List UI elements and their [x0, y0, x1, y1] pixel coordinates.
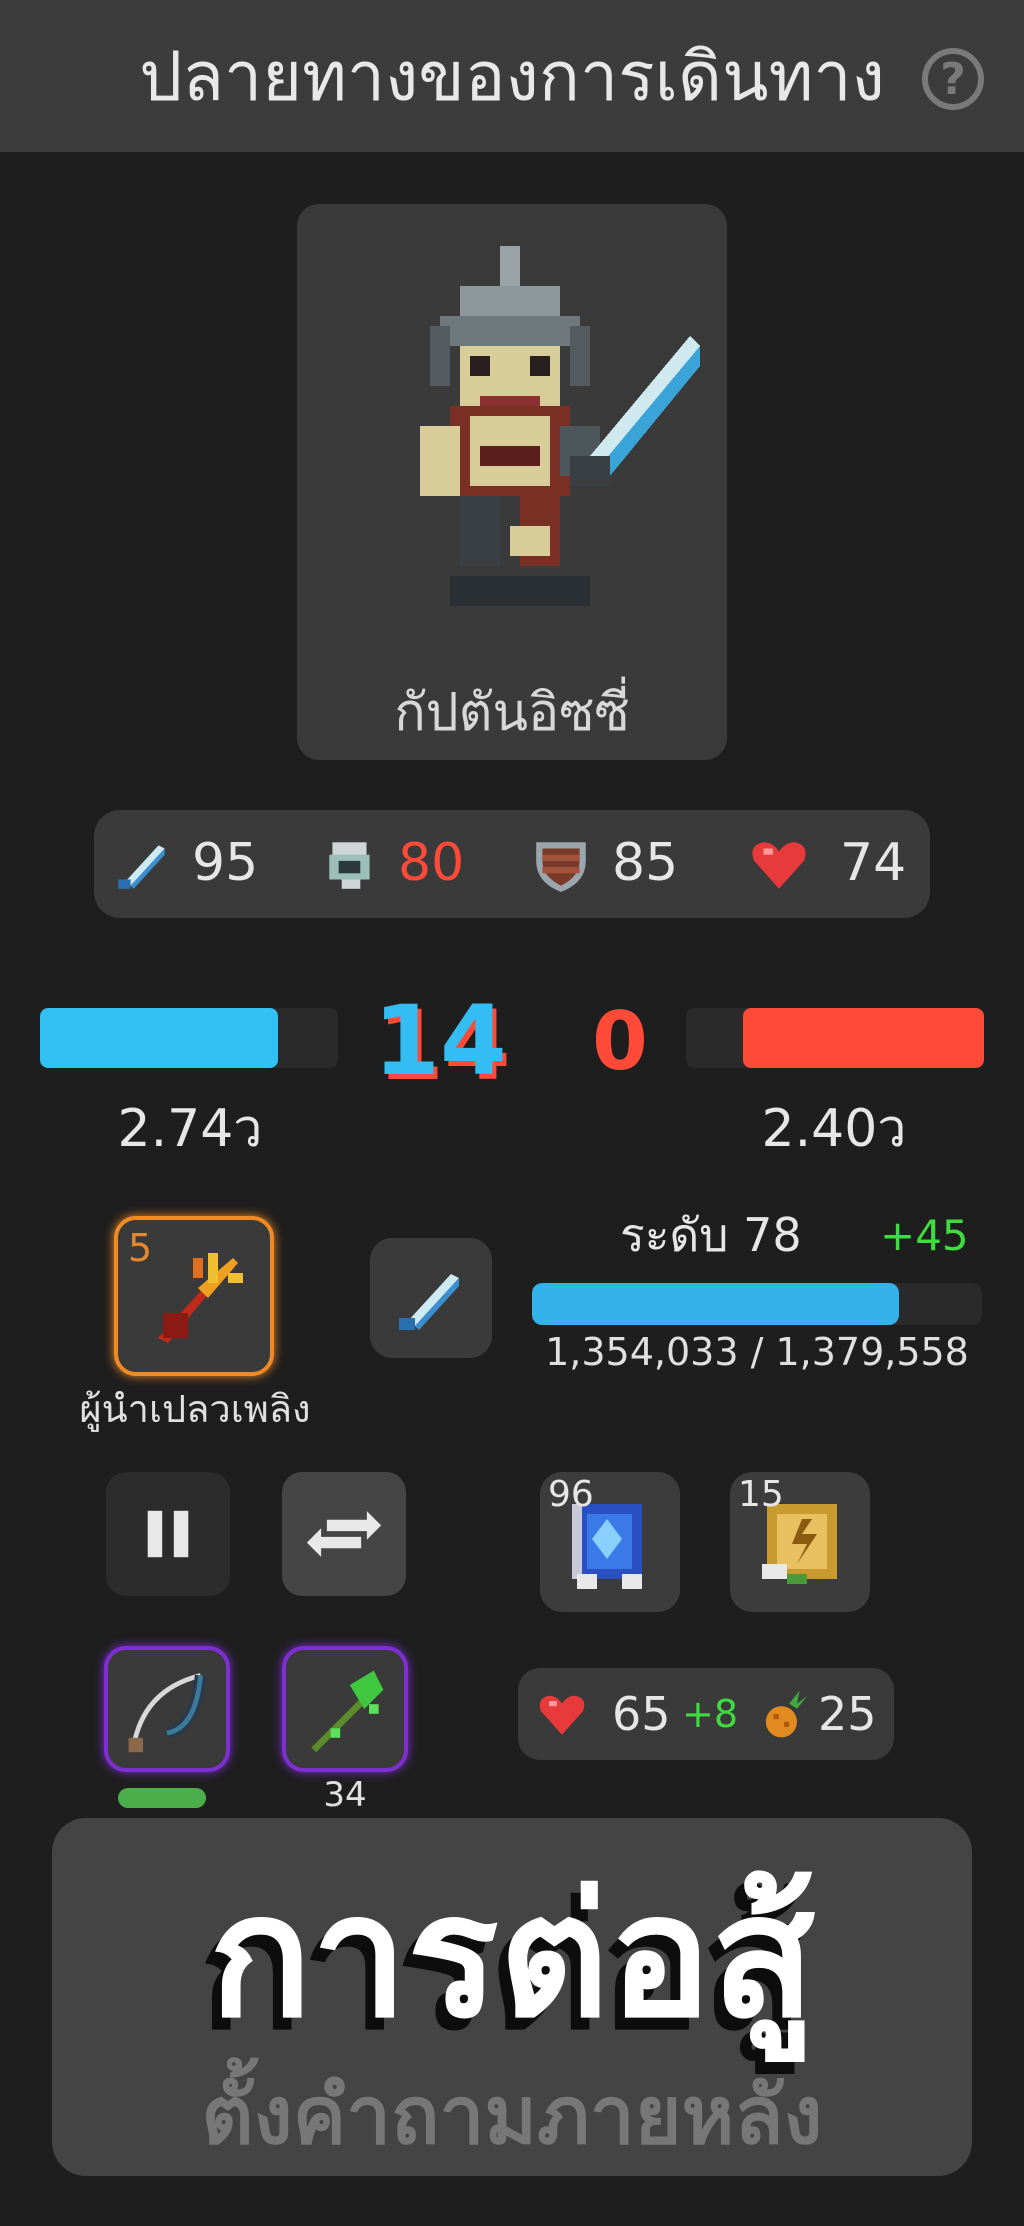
xp-bar-fill	[532, 1283, 900, 1325]
fight-button-sublabel: ตั้งคำถามภายหลัง	[201, 2068, 823, 2162]
swap-arrows-icon	[306, 1511, 382, 1557]
sword-icon	[118, 845, 165, 889]
xp-bar	[532, 1283, 982, 1325]
sword-icon	[399, 1274, 459, 1330]
equip-slot-bow[interactable]	[104, 1646, 230, 1772]
item-count: 15	[738, 1474, 784, 1515]
fight-button-label: การต่อสู้	[209, 1858, 815, 2056]
xp-text: 1,354,033 / 1,379,558	[545, 1330, 969, 1374]
help-button[interactable]: ?	[922, 48, 984, 110]
fire-trident-icon	[158, 1253, 243, 1343]
enemy-score: 0	[592, 994, 648, 1088]
hp-gain: +8	[682, 1692, 739, 1736]
food-value: 25	[818, 1687, 877, 1741]
weapon-slot[interactable]	[370, 1238, 492, 1358]
level-label: ระดับ 78	[620, 1207, 802, 1262]
player-score: 14	[373, 985, 507, 1097]
enemy-attack-timer: 2.40ว	[761, 1098, 907, 1159]
hero-sprite	[420, 246, 700, 606]
stat-health-value: 74	[840, 833, 907, 893]
hero-name: กัปตันอิซซี่	[394, 682, 630, 743]
bow-cooldown-bar	[118, 1788, 206, 1808]
level-gain: +45	[880, 1210, 969, 1260]
pineapple-icon	[765, 1690, 808, 1738]
pause-icon	[147, 1510, 189, 1558]
pause-button[interactable]	[106, 1472, 230, 1596]
skill-count: 5	[128, 1226, 153, 1270]
player-attack-timer: 2.74ว	[117, 1098, 263, 1159]
item-slot-scroll[interactable]: 15	[730, 1472, 870, 1612]
stat-helmet-value: 80	[398, 833, 465, 893]
item-slot-tome[interactable]: 96	[540, 1472, 680, 1612]
swap-button[interactable]	[282, 1472, 406, 1596]
heart-icon	[539, 1695, 585, 1735]
heart-icon	[752, 842, 806, 889]
item-count: 96	[548, 1474, 594, 1515]
player-health-bar	[40, 1008, 338, 1068]
enemy-health-fill	[742, 1008, 984, 1068]
page-title: ปลายทางของการเดินทาง	[139, 38, 885, 117]
skill-name: ผู้นำเปลวเพลิง	[79, 1386, 311, 1431]
equip-slot-hoe[interactable]	[282, 1646, 408, 1772]
shield-icon	[536, 842, 586, 892]
enemy-health-bar	[686, 1008, 984, 1068]
hp-value: 65	[612, 1687, 671, 1741]
hoe-count: 34	[323, 1775, 367, 1815]
player-health-fill	[40, 1008, 279, 1068]
green-hoe-icon	[311, 1670, 384, 1753]
stat-attack-value: 95	[192, 833, 259, 893]
stat-defense-value: 85	[612, 833, 679, 893]
bow-icon	[128, 1673, 207, 1753]
helmet-icon	[329, 842, 370, 889]
